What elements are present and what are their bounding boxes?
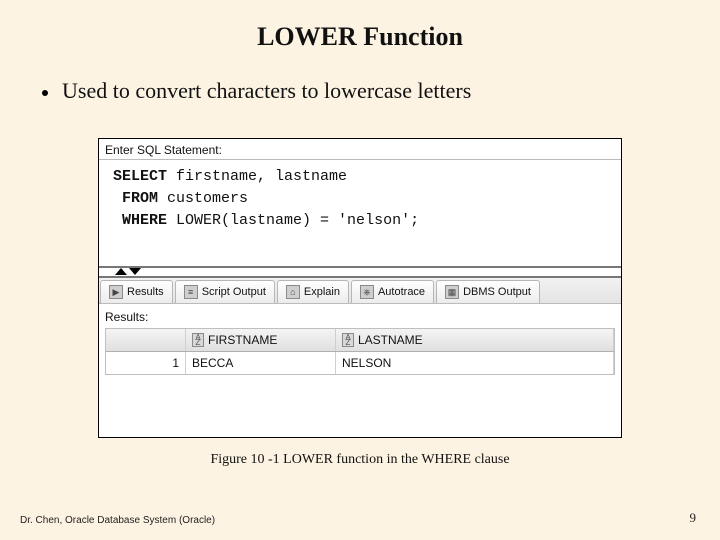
figure-caption: Figure 10 -1 LOWER function in the WHERE… bbox=[0, 452, 720, 468]
tab-autotrace-label: Autotrace bbox=[378, 286, 425, 298]
dbms-icon: ▦ bbox=[445, 285, 459, 299]
where-expression: LOWER(lastname) = 'nelson'; bbox=[167, 212, 419, 229]
cell-lastname: NELSON bbox=[336, 352, 614, 374]
keyword-where: WHERE bbox=[122, 212, 167, 229]
tab-dbms-output[interactable]: ▦ DBMS Output bbox=[436, 280, 540, 303]
tab-explain-label: Explain bbox=[304, 286, 340, 298]
tab-script-output[interactable]: ≡ Script Output bbox=[175, 280, 275, 303]
page-number: 9 bbox=[690, 510, 697, 526]
tab-results[interactable]: ▶ Results bbox=[100, 280, 173, 303]
select-columns: firstname, lastname bbox=[167, 168, 347, 185]
tab-results-label: Results bbox=[127, 286, 164, 298]
column-sort-icon: AZ bbox=[342, 333, 354, 347]
row-number: 1 bbox=[106, 352, 186, 374]
table-row[interactable]: 1 BECCA NELSON bbox=[106, 352, 614, 374]
script-icon: ≡ bbox=[184, 285, 198, 299]
sql-entry-label: Enter SQL Statement: bbox=[99, 139, 621, 160]
grid-header-row: AZ FIRSTNAME AZ LASTNAME bbox=[106, 329, 614, 352]
keyword-from: FROM bbox=[122, 190, 158, 207]
results-label: Results: bbox=[99, 304, 621, 328]
grid-rownum-header bbox=[106, 329, 186, 351]
grid-header-lastname[interactable]: AZ LASTNAME bbox=[336, 329, 614, 351]
slide-title: LOWER Function bbox=[0, 0, 720, 52]
tab-dbms-output-label: DBMS Output bbox=[463, 286, 531, 298]
tab-explain[interactable]: ⌂ Explain bbox=[277, 280, 349, 303]
footer-credit: Dr. Chen, Oracle Database System (Oracle… bbox=[20, 515, 215, 526]
explain-icon: ⌂ bbox=[286, 285, 300, 299]
tab-autotrace[interactable]: ⎈ Autotrace bbox=[351, 280, 434, 303]
bullet-item: Used to convert characters to lowercase … bbox=[42, 78, 720, 104]
sql-app-window: Enter SQL Statement: SELECT firstname, l… bbox=[98, 138, 622, 438]
bullet-text: Used to convert characters to lowercase … bbox=[62, 78, 471, 103]
column-sort-icon: AZ bbox=[192, 333, 204, 347]
header-firstname-text: FIRSTNAME bbox=[208, 333, 277, 347]
results-grid: AZ FIRSTNAME AZ LASTNAME 1 BECCA NELSON bbox=[105, 328, 615, 375]
header-lastname-text: LASTNAME bbox=[358, 333, 423, 347]
splitter-handle[interactable] bbox=[99, 268, 621, 278]
bullet-dot-icon bbox=[42, 90, 48, 96]
autotrace-icon: ⎈ bbox=[360, 285, 374, 299]
results-icon: ▶ bbox=[109, 285, 123, 299]
sql-text-area[interactable]: SELECT firstname, lastname FROM customer… bbox=[99, 160, 621, 268]
tab-script-output-label: Script Output bbox=[202, 286, 266, 298]
grid-header-firstname[interactable]: AZ FIRSTNAME bbox=[186, 329, 336, 351]
cell-firstname: BECCA bbox=[186, 352, 336, 374]
results-tabbar: ▶ Results ≡ Script Output ⌂ Explain ⎈ Au… bbox=[99, 278, 621, 304]
from-table: customers bbox=[158, 190, 248, 207]
keyword-select: SELECT bbox=[113, 168, 167, 185]
